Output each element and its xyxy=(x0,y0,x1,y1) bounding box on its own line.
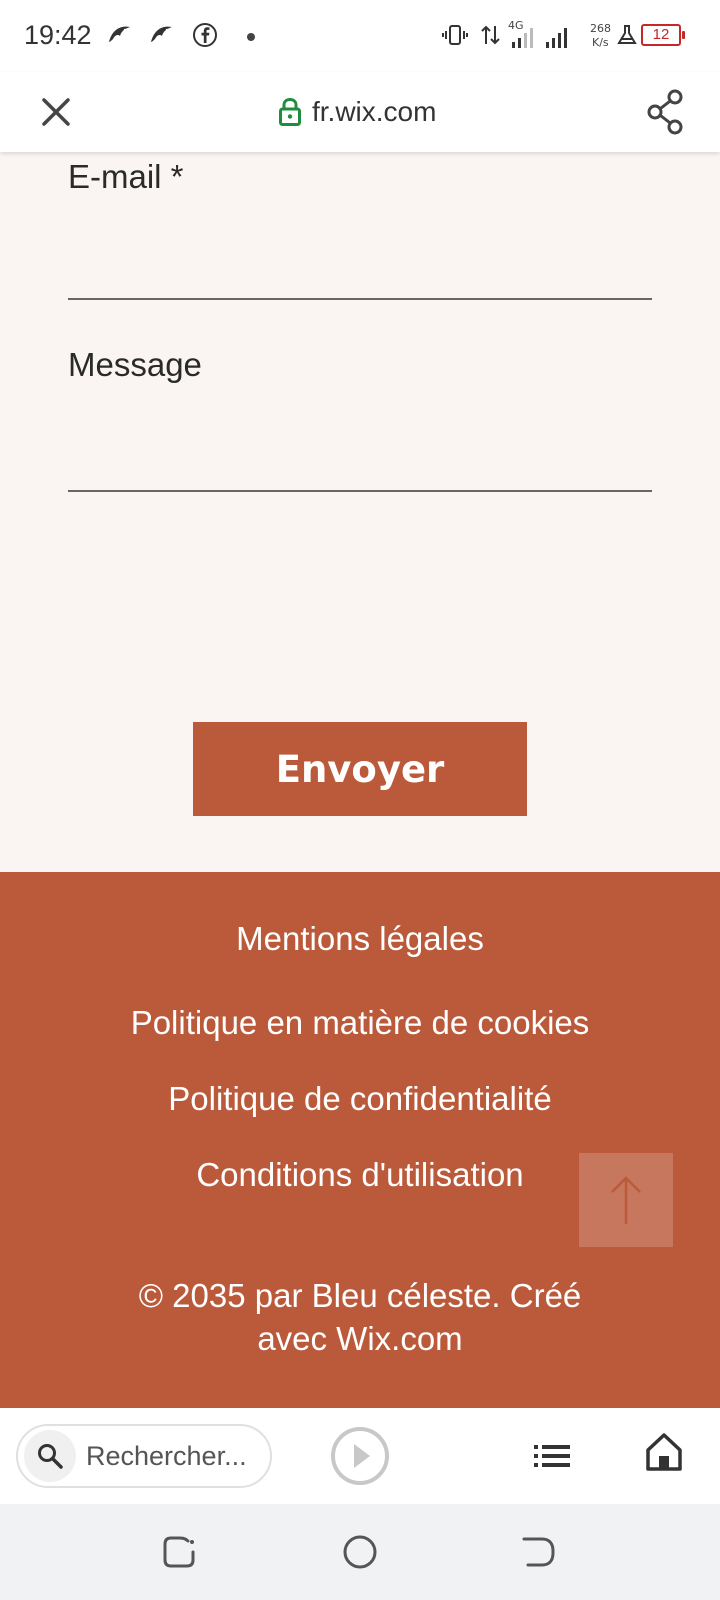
app-bird-icon xyxy=(109,26,130,42)
app-bird-icon xyxy=(151,26,172,42)
message-field[interactable] xyxy=(68,432,652,492)
status-bar: 19:42 4G 268 K/s 12 xyxy=(0,0,720,72)
battery-icon: 12 xyxy=(641,24,685,46)
net-speed-unit: K/s xyxy=(592,36,609,49)
data-arrows-icon xyxy=(481,25,500,45)
search-input[interactable]: Rechercher... xyxy=(16,1424,272,1488)
status-time: 19:42 xyxy=(24,20,92,50)
browser-bottom-bar: Rechercher... xyxy=(0,1408,720,1504)
scroll-to-top-button[interactable] xyxy=(579,1153,673,1247)
email-label: E-mail * xyxy=(68,158,184,195)
signal-icon xyxy=(546,28,567,48)
copyright-text: © 2035 par Bleu céleste. Créé avec Wix.c… xyxy=(90,1274,630,1360)
back-icon[interactable] xyxy=(520,1533,558,1571)
close-icon[interactable] xyxy=(36,92,76,132)
home-circle-icon[interactable] xyxy=(341,1533,379,1571)
battery-level: 12 xyxy=(652,26,670,43)
flask-icon xyxy=(617,25,637,44)
footer-link-privacy[interactable]: Politique de confidentialité xyxy=(0,1080,720,1118)
lock-icon xyxy=(279,97,301,126)
vibrate-icon xyxy=(442,25,468,45)
copyright-line-1: © 2035 par Bleu céleste. Créé xyxy=(138,1277,582,1314)
site-footer: Mentions légales Politique en matière de… xyxy=(0,872,720,1408)
message-label: Message xyxy=(68,346,202,383)
dot-icon xyxy=(247,33,255,41)
recent-apps-icon[interactable] xyxy=(160,1533,198,1571)
share-icon[interactable] xyxy=(644,88,688,136)
footer-link-cookies[interactable]: Politique en matière de cookies xyxy=(0,1004,720,1042)
home-icon[interactable] xyxy=(645,1432,683,1472)
search-placeholder: Rechercher... xyxy=(86,1440,247,1471)
footer-link-legal[interactable]: Mentions légales xyxy=(0,920,720,958)
address-bar[interactable]: fr.wix.com xyxy=(278,94,436,130)
net-speed-value: 268 xyxy=(590,22,611,35)
browser-toolbar: fr.wix.com xyxy=(0,72,720,152)
play-icon[interactable] xyxy=(330,1426,390,1486)
arrow-up-icon xyxy=(611,1176,641,1224)
send-button[interactable]: Envoyer xyxy=(193,722,527,816)
search-icon xyxy=(38,1444,63,1469)
facebook-icon xyxy=(193,23,217,47)
search-button[interactable] xyxy=(24,1430,76,1482)
copyright-line-2: avec Wix.com xyxy=(257,1320,463,1357)
url-text: fr.wix.com xyxy=(312,96,437,127)
list-icon[interactable] xyxy=(532,1436,572,1476)
signal-icon xyxy=(512,28,533,48)
email-field[interactable] xyxy=(68,240,652,300)
system-nav-bar xyxy=(0,1504,720,1600)
contact-form: E-mail * Message Envoyer xyxy=(0,152,720,872)
